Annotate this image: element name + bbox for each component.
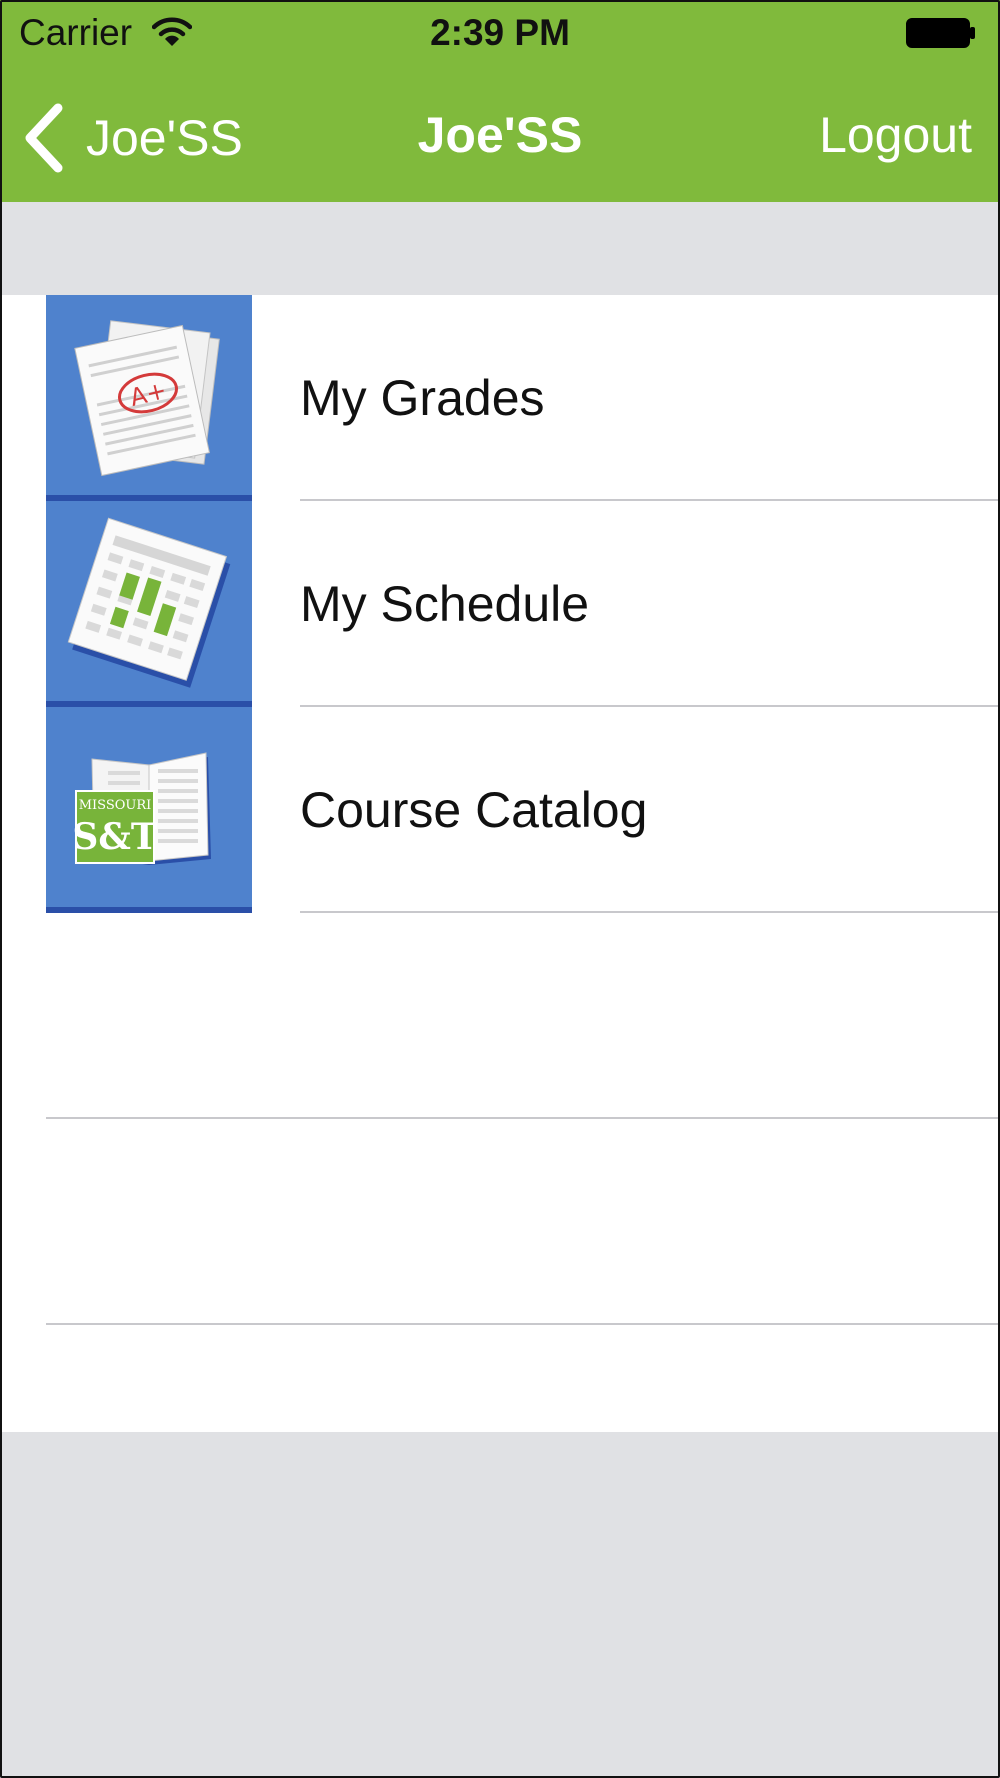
grades-icon: A+ (46, 295, 252, 501)
menu-item-label: My Schedule (300, 576, 590, 632)
course-catalog-icon: MISSOURI S&T (46, 707, 252, 913)
empty-row (0, 1119, 1000, 1325)
menu-item-course-catalog[interactable]: MISSOURI S&T Course Catalog (0, 707, 1000, 913)
menu-item-my-grades[interactable]: A+ My Grades (0, 295, 1000, 501)
section-header-spacer (0, 202, 1000, 295)
battery-icon (906, 18, 975, 48)
svg-text:MISSOURI: MISSOURI (79, 798, 152, 813)
menu-item-label: Course Catalog (300, 782, 648, 838)
header: Carrier 2:39 PM Joe'SS Joe'SS Logout (0, 0, 1000, 202)
menu-item-label: My Grades (300, 370, 545, 426)
svg-text:S&T: S&T (72, 816, 158, 858)
missouri-st-logo: MISSOURI S&T (72, 790, 158, 864)
empty-row (0, 913, 1000, 1119)
navigation-bar: Joe'SS Joe'SS Logout (0, 70, 1000, 202)
logout-button[interactable]: Logout (819, 106, 972, 164)
status-time: 2:39 PM (430, 12, 570, 53)
status-bar: Carrier 2:39 PM (0, 0, 1000, 70)
schedule-icon (46, 501, 252, 707)
menu-item-my-schedule[interactable]: My Schedule (0, 501, 1000, 707)
menu-list: A+ My Grades My Schedule MISSOURI S&T Co… (0, 295, 1000, 1432)
row-separator (46, 1323, 1000, 1325)
footer-spacer (0, 1432, 1000, 1778)
